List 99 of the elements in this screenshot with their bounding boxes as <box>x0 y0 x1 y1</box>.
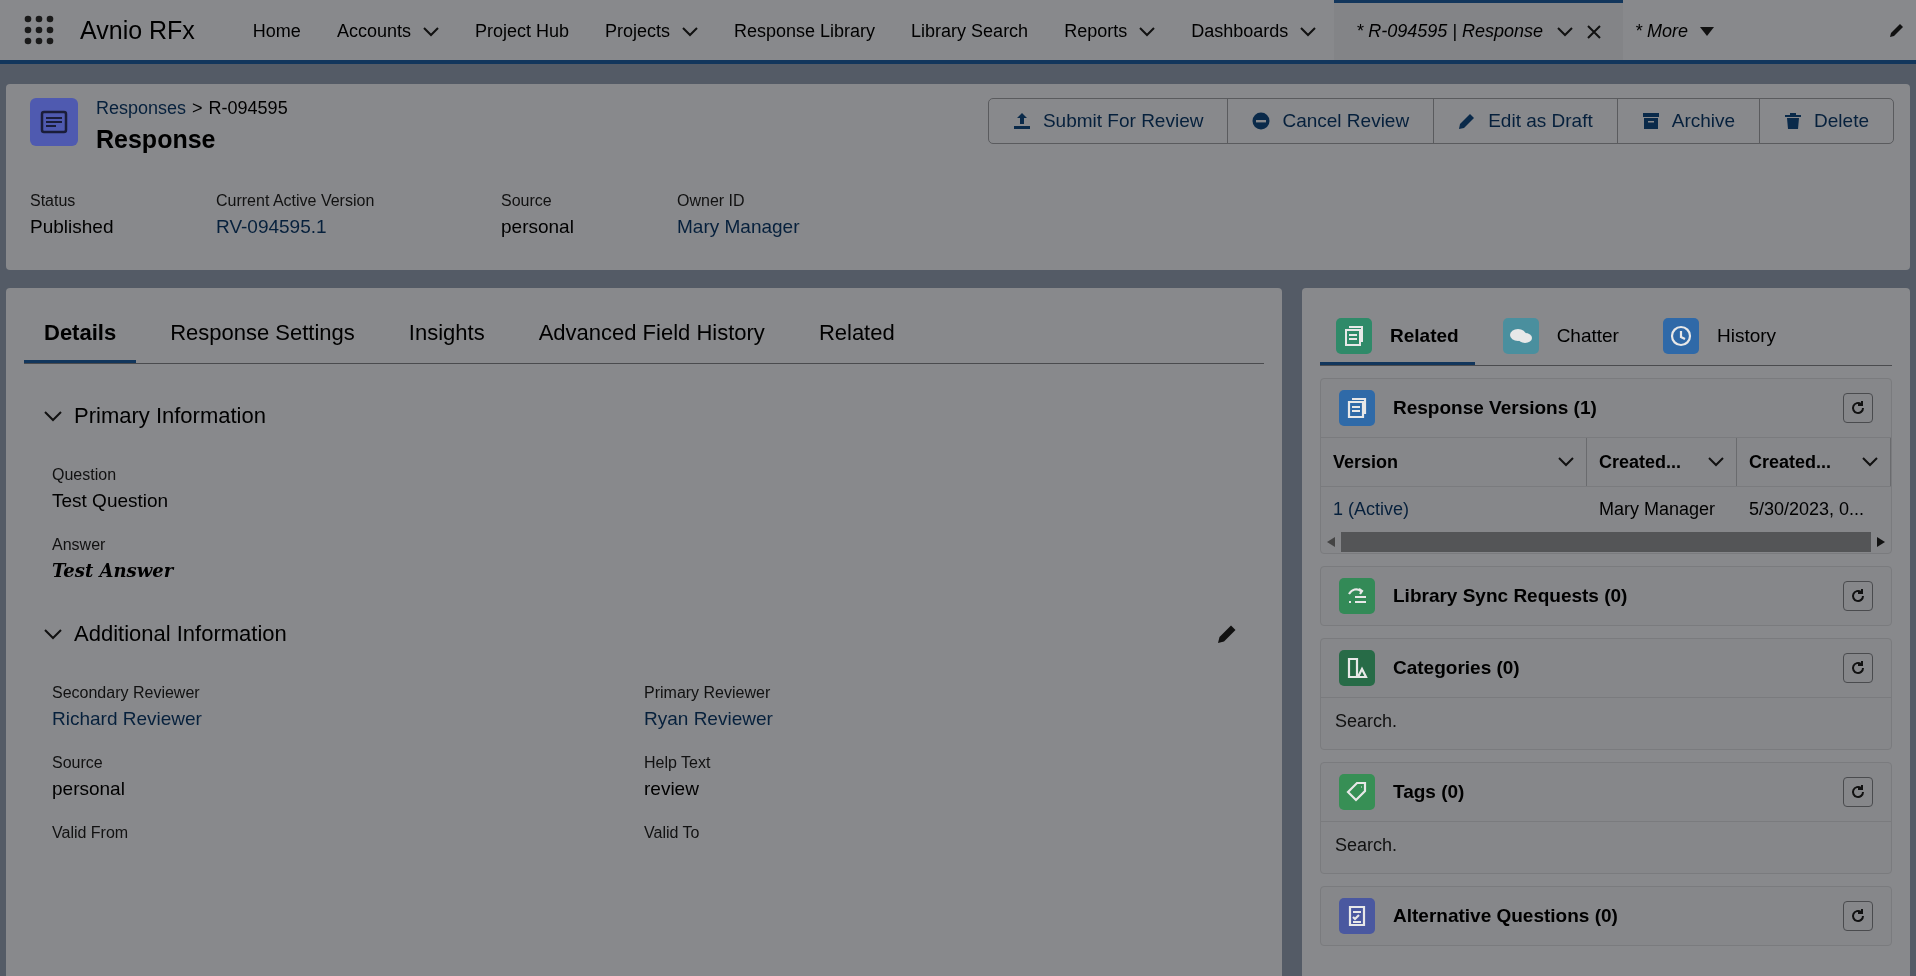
search-field[interactable]: Search. <box>1333 834 1883 857</box>
chevron-down-icon[interactable] <box>1708 457 1724 467</box>
field-label: Owner ID <box>677 192 746 210</box>
action-button[interactable]: Cancel Review <box>1227 98 1435 144</box>
trash-icon <box>1784 112 1803 130</box>
field-link[interactable]: RV-094595.1 <box>216 216 501 238</box>
nav-tab[interactable]: * R-094595 | Response <box>1334 0 1624 60</box>
scroll-right-icon[interactable] <box>1877 537 1885 547</box>
pencil-icon[interactable] <box>1888 21 1906 39</box>
card-title[interactable]: Alternative Questions (0) <box>1393 905 1618 927</box>
app-launcher-icon[interactable] <box>24 15 54 45</box>
table-cell-text: Mary Manager <box>1598 498 1717 520</box>
nav-tab[interactable]: Project Hub <box>456 0 587 60</box>
field-value: personal <box>501 216 575 238</box>
minus-circle-icon <box>1252 112 1271 130</box>
nav-tab[interactable]: Home <box>234 0 319 60</box>
column-header[interactable]: Created... <box>1737 438 1891 486</box>
scrollbar-thumb[interactable] <box>1341 532 1871 552</box>
nav-tab[interactable]: Library Search <box>893 0 1047 60</box>
search-field[interactable]: Search. <box>1333 710 1883 733</box>
scroll-left-icon[interactable] <box>1327 537 1335 547</box>
card-title[interactable]: Categories (0) <box>1393 657 1520 679</box>
nav-tab[interactable]: * More <box>1623 0 1733 60</box>
pencil-icon <box>1458 112 1477 130</box>
upload-icon <box>1012 112 1031 130</box>
tab[interactable]: Insights <box>388 306 505 363</box>
tab[interactable]: Related <box>1320 310 1475 365</box>
record-icon <box>30 98 78 146</box>
table-link[interactable]: 1 (Active) <box>1321 498 1587 520</box>
tab[interactable]: Response Settings <box>150 306 375 363</box>
card-title[interactable]: Tags (0) <box>1393 781 1465 803</box>
card-title[interactable]: Response Versions (1) <box>1393 397 1597 419</box>
breadcrumb-link[interactable]: Responses <box>96 98 187 119</box>
field-value: Test Question <box>52 490 170 512</box>
refresh-button[interactable] <box>1843 777 1873 807</box>
chevron-down-icon[interactable] <box>1557 26 1574 37</box>
tab[interactable]: Chatter <box>1486 310 1635 365</box>
tab[interactable]: Details <box>24 306 137 363</box>
action-button[interactable]: Submit For Review <box>987 98 1229 144</box>
refresh-icon <box>1849 399 1867 417</box>
column-header[interactable]: Created... <box>1587 438 1737 486</box>
chevron-down-icon[interactable] <box>1300 26 1317 37</box>
nav-tab[interactable]: Response Library <box>716 0 894 60</box>
field-value: Test Answer <box>52 560 176 581</box>
section-title[interactable]: Additional Information <box>74 621 287 647</box>
tab[interactable]: History <box>1646 310 1793 365</box>
refresh-button[interactable] <box>1843 581 1873 611</box>
nav-tab[interactable]: Dashboards <box>1173 0 1335 60</box>
field-label: Primary Reviewer <box>644 684 772 702</box>
nav-tab[interactable]: Projects <box>586 0 716 60</box>
field-value: Published <box>30 216 115 238</box>
field-value: personal <box>52 778 126 800</box>
field-label: Answer <box>52 536 107 554</box>
archive-icon <box>1641 112 1660 130</box>
field-label: Valid To <box>644 824 701 842</box>
action-button[interactable]: Delete <box>1759 98 1894 144</box>
nav-tab[interactable]: Accounts <box>318 0 457 60</box>
field-label: Secondary Reviewer <box>52 684 201 702</box>
record-title: Response <box>96 125 217 154</box>
chevron-down-icon[interactable] <box>1139 26 1156 37</box>
nav-tab[interactable]: Reports <box>1046 0 1174 60</box>
refresh-icon <box>1849 587 1867 605</box>
section-title[interactable]: Primary Information <box>74 403 266 429</box>
chevron-down-icon[interactable] <box>682 26 698 37</box>
field-link[interactable]: Ryan Reviewer <box>644 708 1236 730</box>
card-title[interactable]: Library Sync Requests (0) <box>1393 585 1628 607</box>
action-button[interactable]: Edit as Draft <box>1433 98 1618 144</box>
caret-down-icon[interactable] <box>1700 27 1715 36</box>
refresh-icon <box>1849 907 1867 925</box>
refresh-button[interactable] <box>1843 901 1873 931</box>
field-label: Status <box>30 192 77 210</box>
breadcrumb-separator: > <box>192 98 203 119</box>
field-label: Current Active Version <box>216 192 376 210</box>
refresh-button[interactable] <box>1843 393 1873 423</box>
field-link[interactable]: Mary Manager <box>677 216 800 238</box>
field-label: Help Text <box>644 754 712 772</box>
refresh-icon <box>1849 783 1867 801</box>
field-label: Valid From <box>52 824 130 842</box>
chevron-down-icon[interactable] <box>422 26 439 37</box>
chevron-icon[interactable] <box>44 628 62 640</box>
pencil-icon[interactable] <box>1216 623 1238 645</box>
field-value: review <box>644 778 700 800</box>
field-label: Question <box>52 466 118 484</box>
field-label: Source <box>501 192 553 210</box>
tab[interactable]: Advanced Field History <box>518 306 785 363</box>
refresh-button[interactable] <box>1843 653 1873 683</box>
chevron-down-icon[interactable] <box>1862 457 1878 467</box>
app-name: Avnio RFx <box>80 15 195 45</box>
table-cell-text: 5/30/2023, 0... <box>1748 498 1866 520</box>
chevron-icon[interactable] <box>44 410 62 422</box>
field-link[interactable]: Richard Reviewer <box>52 708 644 730</box>
refresh-icon <box>1849 659 1867 677</box>
action-button[interactable]: Archive <box>1616 98 1761 144</box>
tab[interactable]: Related <box>798 306 915 363</box>
column-header[interactable]: Version <box>1321 438 1587 486</box>
close-icon[interactable] <box>1587 24 1602 39</box>
chevron-down-icon[interactable] <box>1558 457 1574 467</box>
field-label: Source <box>52 754 104 772</box>
record-id: R-094595 <box>208 98 288 119</box>
